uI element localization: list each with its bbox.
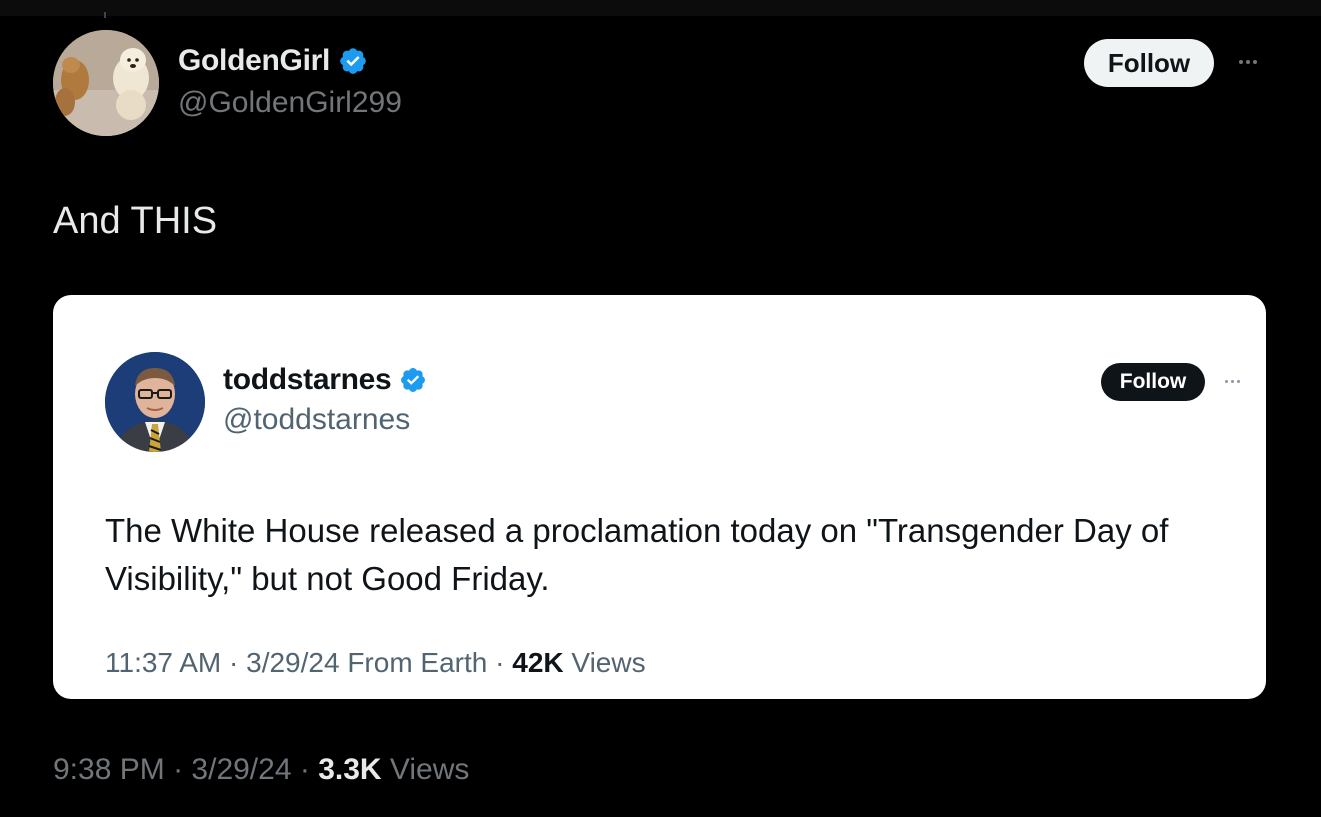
follow-button[interactable]: Follow: [1084, 39, 1214, 87]
handle[interactable]: @GoldenGirl299: [178, 86, 402, 120]
more-options-icon[interactable]: [1219, 373, 1245, 389]
meta-separator: ·: [495, 647, 505, 678]
quoted-display-name[interactable]: toddstarnes: [223, 363, 392, 397]
tweet-date[interactable]: 3/29/24: [191, 753, 291, 786]
quoted-avatar[interactable]: [105, 352, 205, 452]
dogs-avatar-image: [53, 30, 159, 136]
meta-separator: ·: [299, 753, 310, 786]
tweet-text: And THIS: [53, 200, 218, 242]
man-portrait-image: [105, 352, 205, 452]
verified-badge-icon: [399, 366, 427, 394]
outer-name-row: GoldenGirl: [178, 44, 368, 78]
quoted-views-label: Views: [571, 647, 646, 678]
top-strip: [0, 0, 1321, 18]
quoted-tweet-text: The White House released a proclamation …: [105, 512, 1169, 597]
quoted-tweet-meta: 11:37 AM · 3/29/24 From Earth · 42K View…: [105, 647, 646, 679]
views-label: Views: [389, 753, 470, 786]
meta-separator: ·: [173, 753, 184, 786]
views-count: 3.3K: [318, 753, 382, 786]
verified-badge-icon: [338, 46, 368, 76]
avatar[interactable]: [53, 30, 159, 136]
quoted-date[interactable]: 3/29/24: [246, 647, 339, 678]
top-strip-tick: [104, 12, 106, 18]
more-options-icon[interactable]: [1232, 52, 1264, 72]
quoted-source: From Earth: [347, 647, 488, 678]
tweet-meta: 9:38 PM · 3/29/24 · 3.3K Views: [53, 753, 469, 787]
quoted-views-count: 42K: [512, 647, 564, 678]
quoted-handle[interactable]: @toddstarnes: [223, 403, 410, 437]
quoted-tweet-card[interactable]: toddstarnes @toddstarnes Follow The Whit…: [53, 295, 1266, 699]
display-name[interactable]: GoldenGirl: [178, 44, 330, 78]
tweet-time[interactable]: 9:38 PM: [53, 753, 165, 786]
meta-separator: ·: [229, 647, 239, 678]
quoted-name-row: toddstarnes: [223, 363, 427, 397]
quoted-time[interactable]: 11:37 AM: [105, 647, 221, 678]
quoted-follow-button[interactable]: Follow: [1101, 363, 1205, 401]
